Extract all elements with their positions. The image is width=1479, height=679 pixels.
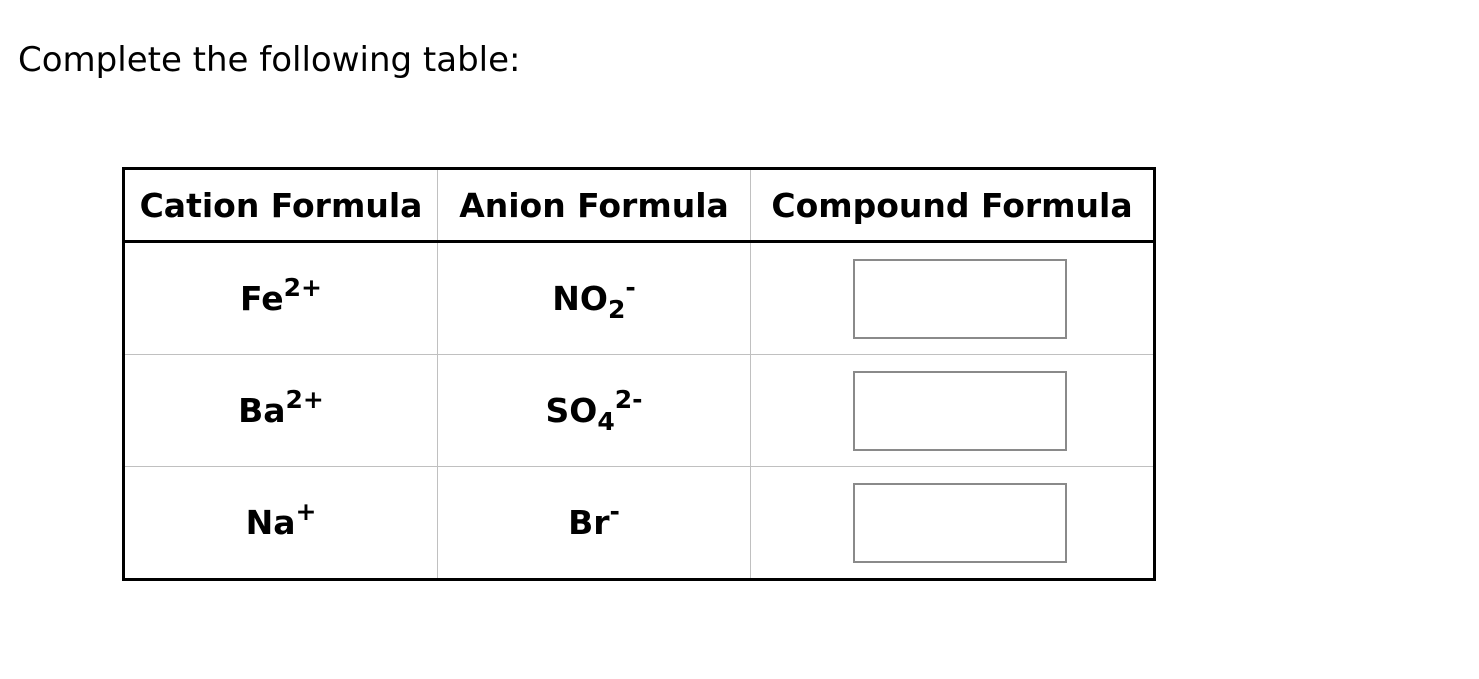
- cation-symbol: Na: [245, 503, 296, 542]
- compound-formula-input[interactable]: [852, 370, 1067, 451]
- compound-cell: [750, 241, 1155, 355]
- anion-charge: -: [625, 273, 636, 302]
- anion-subscript: 4: [597, 407, 615, 436]
- table-row: Na+ Br-: [123, 466, 1155, 580]
- anion-cell: NO2-: [437, 241, 751, 355]
- anion-charge: 2-: [614, 385, 643, 414]
- header-cation-formula: Cation Formula: [123, 168, 438, 243]
- table-row: Ba2+ SO42-: [123, 354, 1155, 467]
- cation-cell: Ba2+: [123, 354, 438, 467]
- anion-cell: SO42-: [437, 354, 751, 467]
- anion-symbol: NO: [552, 279, 608, 318]
- cation-symbol: Ba: [238, 391, 286, 430]
- question-prompt: Complete the following table:: [18, 40, 521, 80]
- compound-cell: [750, 354, 1155, 467]
- anion-cell: Br-: [437, 466, 751, 580]
- table-header-row: Cation Formula Anion Formula Compound Fo…: [123, 168, 1155, 243]
- anion-symbol: Br: [568, 503, 610, 542]
- header-compound-formula: Compound Formula: [750, 168, 1155, 243]
- anion-subscript: 2: [607, 295, 626, 324]
- cation-symbol: Fe: [240, 279, 284, 318]
- cation-charge: 2+: [283, 273, 322, 302]
- anion-charge: -: [609, 497, 620, 526]
- compound-cell: [750, 466, 1155, 580]
- cation-cell: Fe2+: [123, 241, 438, 355]
- cation-charge: 2+: [285, 385, 324, 414]
- compound-formula-input[interactable]: [852, 482, 1067, 563]
- cation-cell: Na+: [123, 466, 438, 580]
- header-anion-formula: Anion Formula: [437, 168, 751, 243]
- table-row: Fe2+ NO2-: [123, 241, 1155, 355]
- compound-formula-input[interactable]: [852, 258, 1067, 339]
- anion-symbol: SO: [545, 391, 598, 430]
- ion-compound-table: Cation Formula Anion Formula Compound Fo…: [122, 167, 1156, 581]
- cation-charge: +: [295, 497, 317, 526]
